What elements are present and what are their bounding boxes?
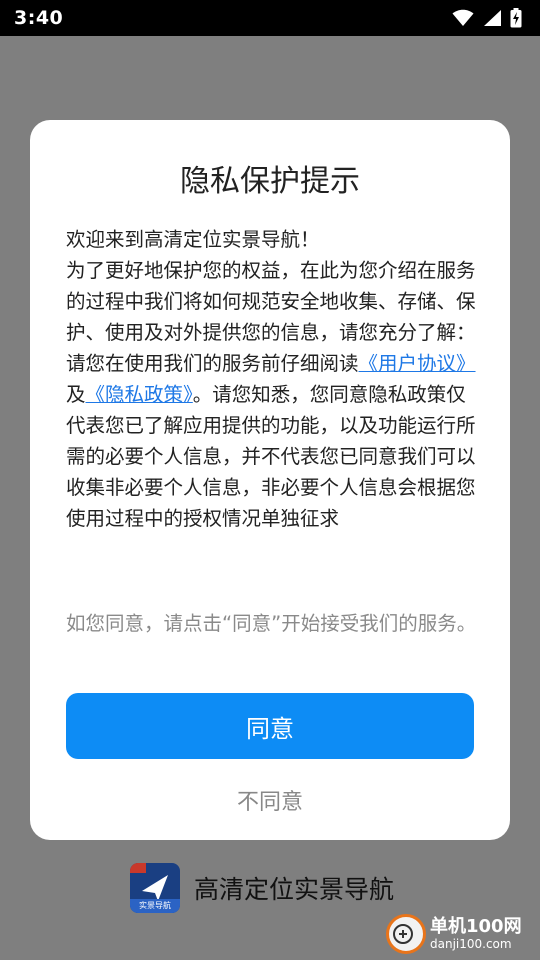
logo-corner-badge xyxy=(130,863,146,873)
dialog-title: 隐私保护提示 xyxy=(180,164,360,199)
agreement-paragraph: 请您在使用我们的服务前仔细阅读《用户协议》及《隐私政策》。请您知悉，您同意隐私政… xyxy=(66,348,478,534)
privacy-dialog: 隐私保护提示 欢迎来到高清定位实景导航！ 为了更好地保护您的权益，在此为您介绍在… xyxy=(30,120,510,840)
app-name: 高清定位实景导航 xyxy=(194,875,395,904)
watermark: 单机100网 danji100.com xyxy=(386,912,536,956)
disagree-button[interactable]: 不同意 xyxy=(66,776,474,824)
status-time: 3:40 xyxy=(14,7,64,29)
consent-note: 如您同意，请点击“同意”开始接受我们的服务。 xyxy=(66,612,477,635)
user-agreement-link[interactable]: 《用户协议》 xyxy=(359,352,476,375)
watermark-logo-icon xyxy=(386,914,426,954)
app-brand: 实景导航 高清定位实景导航 xyxy=(130,862,394,914)
watermark-title: 单机100网 xyxy=(430,916,522,937)
agree-button[interactable]: 同意 xyxy=(66,693,474,759)
signal-icon xyxy=(484,10,501,26)
watermark-url: danji100.com xyxy=(430,937,512,951)
intro-paragraph: 为了更好地保护您的权益，在此为您介绍在服务的过程中我们将如何规范安全地收集、存储… xyxy=(66,259,476,344)
privacy-policy-link[interactable]: 《隐私政策》 xyxy=(86,383,193,406)
app-logo-tag: 实景导航 xyxy=(130,899,180,913)
welcome-text: 欢迎来到高清定位实景导航！ xyxy=(66,228,320,251)
dialog-body[interactable]: 欢迎来到高清定位实景导航！ 为了更好地保护您的权益，在此为您介绍在服务的过程中我… xyxy=(66,224,478,534)
app-logo-icon: 实景导航 xyxy=(130,863,180,913)
status-icons xyxy=(452,8,522,28)
agreement-prefix: 请您在使用我们的服务前仔细阅读 xyxy=(66,352,359,375)
and-text: 及 xyxy=(66,383,86,406)
battery-charging-icon xyxy=(510,8,522,28)
status-bar: 3:40 xyxy=(0,0,540,36)
wifi-icon xyxy=(452,9,474,26)
